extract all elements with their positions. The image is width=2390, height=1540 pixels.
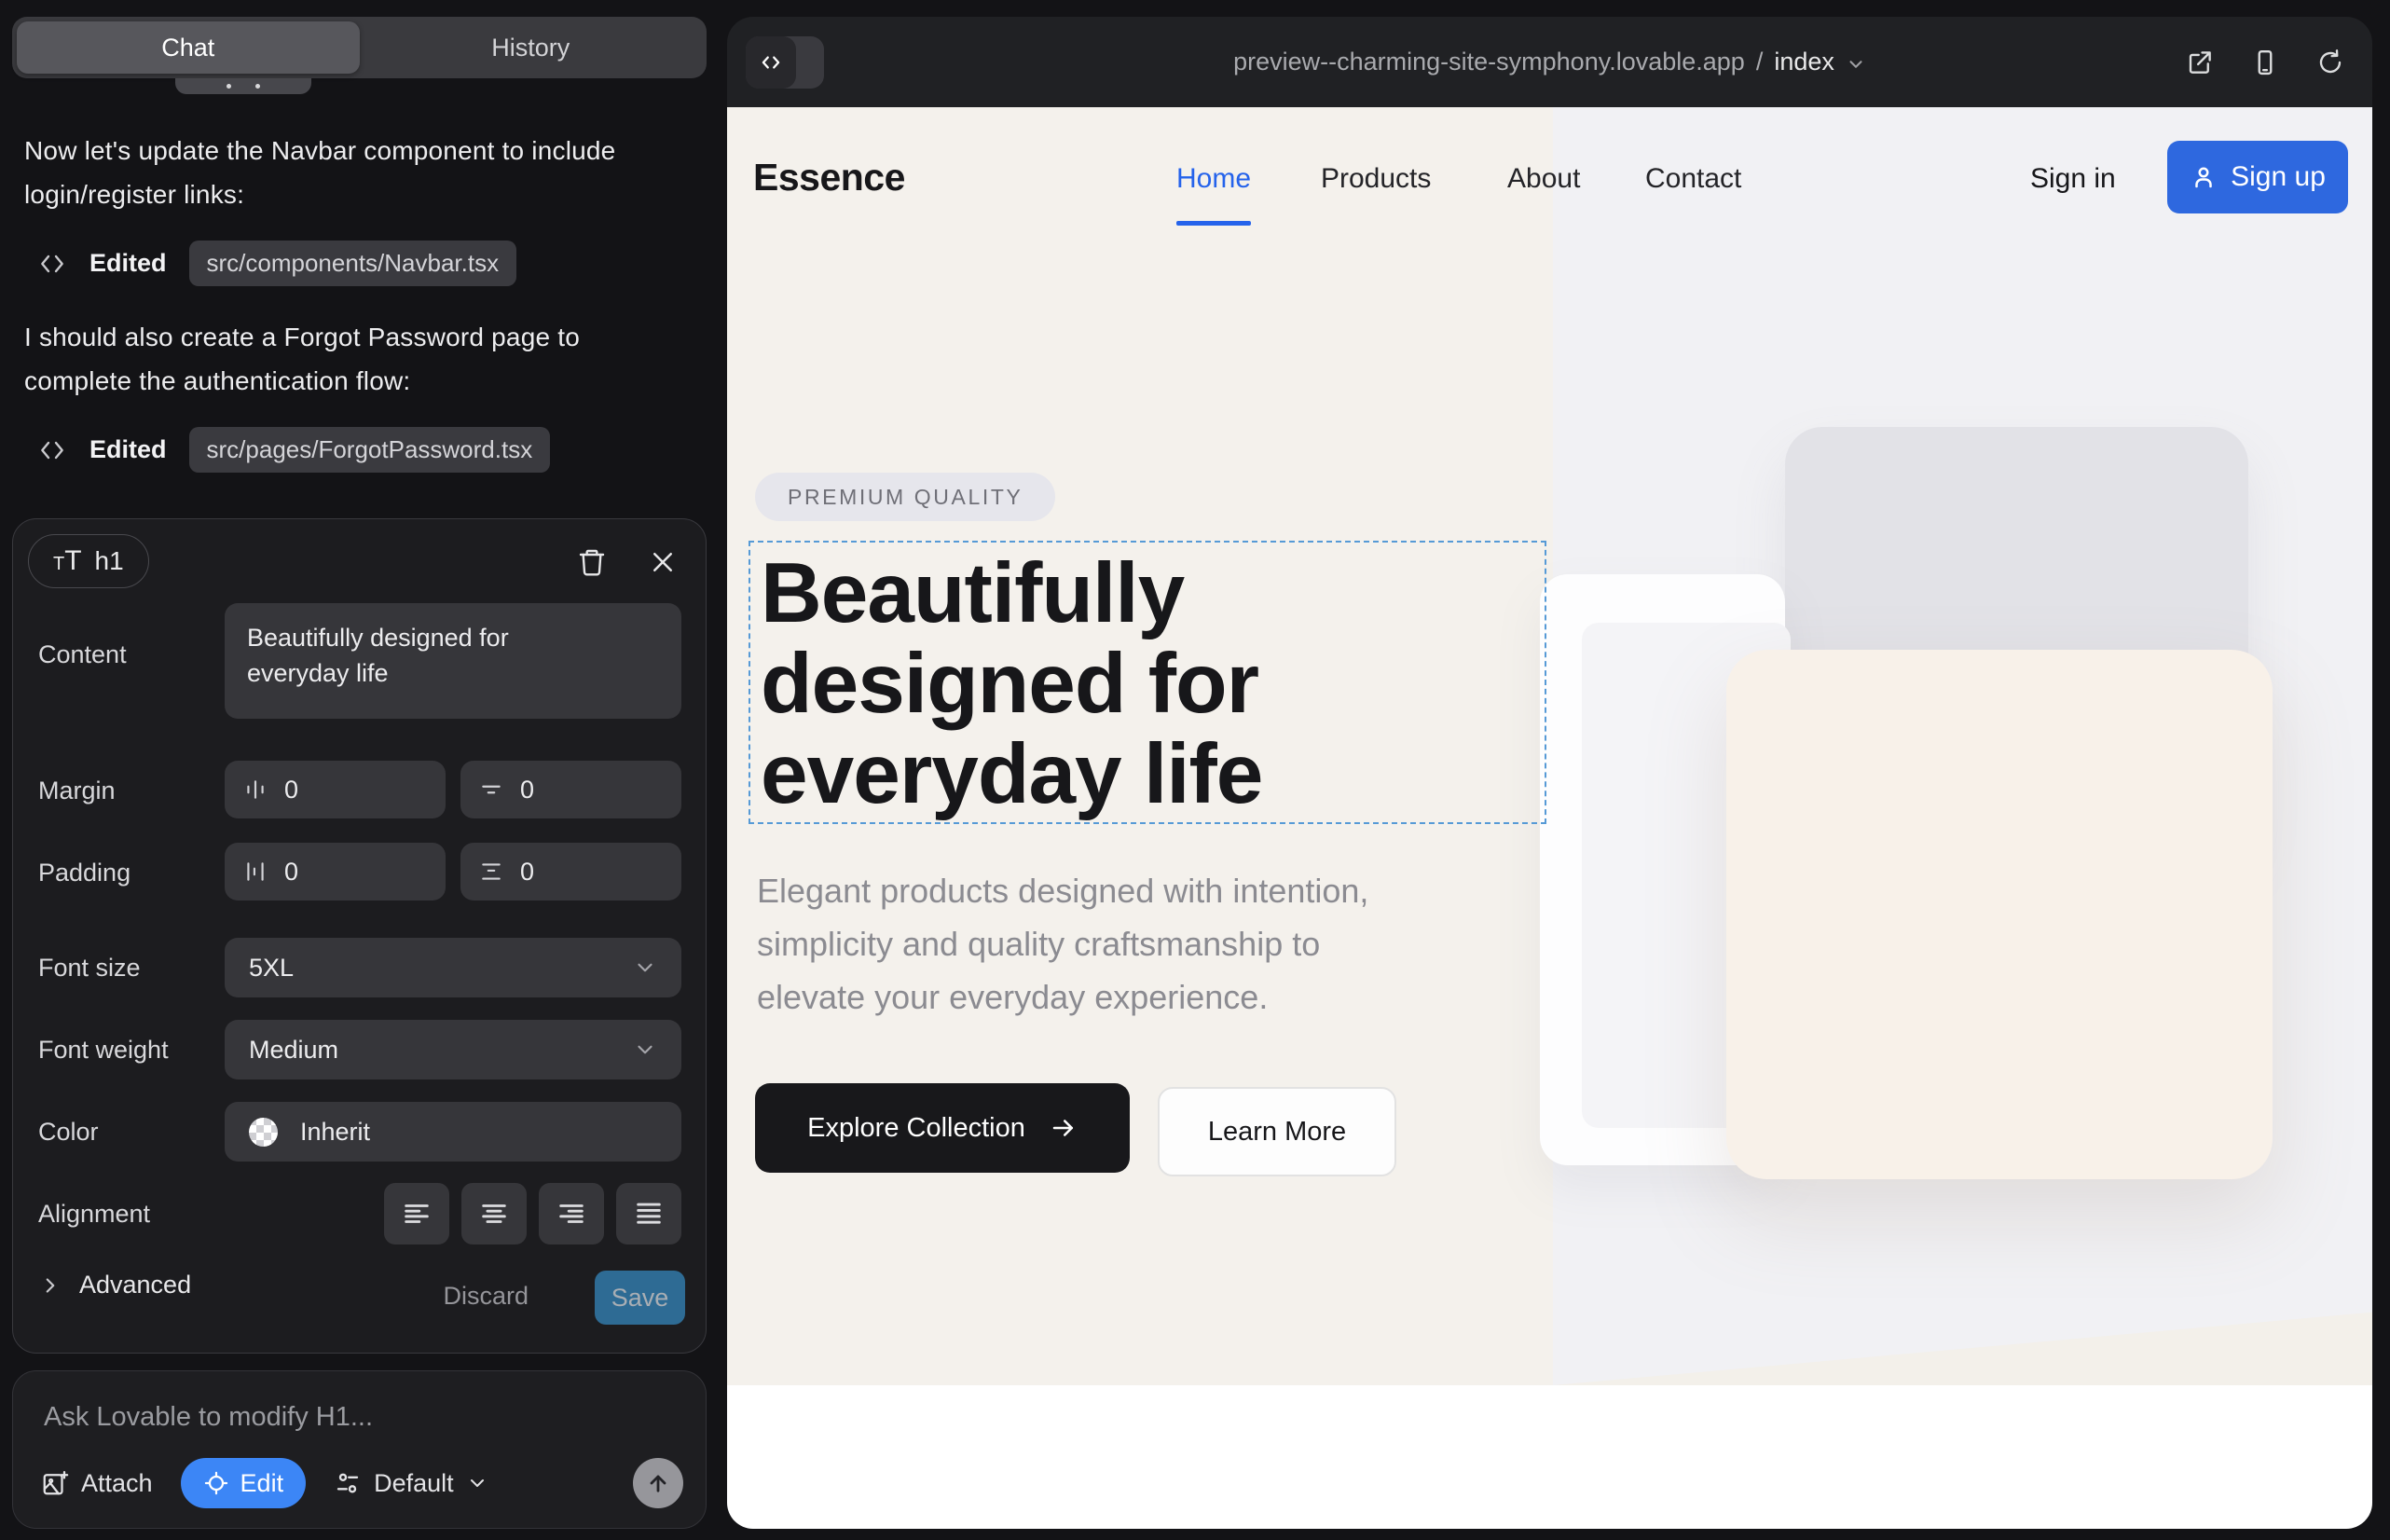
nav-link-contact[interactable]: Contact <box>1645 163 1741 195</box>
arrow-right-icon <box>1050 1114 1078 1142</box>
edited-label: Edited <box>89 435 167 464</box>
color-select[interactable]: Inherit <box>225 1102 681 1162</box>
margin-horizontal-icon <box>243 777 268 802</box>
chevron-down-icon <box>1846 54 1866 75</box>
font-size-label: Font size <box>38 954 141 983</box>
font-weight-label: Font weight <box>38 1036 169 1065</box>
lovable-app-window: Chat History Now let's update the Navbar… <box>0 0 2390 1540</box>
code-icon <box>37 249 67 279</box>
edit-mode-button[interactable]: Edit <box>181 1458 307 1508</box>
content-label: Content <box>38 640 127 669</box>
margin-label: Margin <box>38 777 116 805</box>
align-center-button[interactable] <box>461 1183 527 1244</box>
edited-label: Edited <box>89 249 167 278</box>
site-logo[interactable]: Essence <box>753 156 905 199</box>
tab-chat[interactable]: Chat <box>17 21 360 74</box>
nav-link-home[interactable]: Home <box>1176 163 1251 195</box>
preview-panel: preview--charming-site-symphony.lovable.… <box>727 17 2372 1529</box>
padding-label: Padding <box>38 859 130 887</box>
sliders-icon <box>334 1469 362 1497</box>
preview-header: preview--charming-site-symphony.lovable.… <box>727 17 2372 107</box>
refresh-button[interactable] <box>2316 48 2344 76</box>
margin-y-input[interactable]: 0 <box>460 761 681 818</box>
font-size-select[interactable]: 5XL <box>225 938 681 997</box>
element-editor-panel: TT h1 Content Beautifully designed for e… <box>12 518 707 1354</box>
nav-link-products[interactable]: Products <box>1321 163 1431 195</box>
padding-vertical-icon <box>479 859 503 884</box>
padding-y-input[interactable]: 0 <box>460 843 681 901</box>
preview-page: index <box>1774 48 1834 76</box>
save-button[interactable]: Save <box>595 1271 685 1325</box>
color-label: Color <box>38 1118 99 1147</box>
chat-sidebar: Chat History Now let's update the Navbar… <box>0 0 725 1540</box>
transparent-swatch <box>249 1118 278 1147</box>
tab-history[interactable]: History <box>360 21 703 74</box>
code-icon <box>37 435 67 465</box>
chevron-down-icon <box>633 956 657 980</box>
element-tag: h1 <box>95 546 124 576</box>
mode-selector[interactable]: Default <box>334 1469 488 1498</box>
advanced-toggle[interactable]: Advanced <box>38 1271 191 1299</box>
attach-button[interactable]: Attach <box>41 1469 153 1498</box>
target-icon <box>203 1470 229 1496</box>
file-chip[interactable]: src/pages/ForgotPassword.tsx <box>189 427 551 473</box>
alignment-label: Alignment <box>38 1200 150 1229</box>
chevron-right-icon <box>38 1273 62 1298</box>
align-left-button[interactable] <box>384 1183 449 1244</box>
content-textarea[interactable]: Beautifully designed for everyday life <box>225 603 681 719</box>
chat-message: Now let's update the Navbar component to… <box>24 129 628 216</box>
decor-peach-card <box>1726 650 2273 1179</box>
user-icon <box>2190 163 2218 191</box>
sign-up-button[interactable]: Sign up <box>2167 141 2348 213</box>
preview-actions <box>2186 17 2344 107</box>
active-nav-underline <box>1176 221 1251 226</box>
premium-quality-badge: PREMIUM QUALITY <box>755 473 1055 521</box>
preview-url-bar[interactable]: preview--charming-site-symphony.lovable.… <box>727 17 2372 107</box>
learn-more-button[interactable]: Learn More <box>1158 1087 1396 1176</box>
margin-x-input[interactable]: 0 <box>225 761 446 818</box>
edited-file-row: Edited src/components/Navbar.tsx <box>37 241 516 286</box>
explore-collection-button[interactable]: Explore Collection <box>755 1083 1130 1173</box>
chat-history-tabs: Chat History <box>12 17 707 78</box>
close-editor-button[interactable] <box>644 543 681 581</box>
arrow-up-icon <box>645 1470 671 1496</box>
padding-x-input[interactable]: 0 <box>225 843 446 901</box>
text-type-icon: TT <box>53 545 82 577</box>
hero-description: Elegant products designed with intention… <box>757 864 1437 1024</box>
margin-vertical-icon <box>479 777 503 802</box>
nav-link-about[interactable]: About <box>1507 163 1580 195</box>
attach-image-icon <box>41 1469 69 1497</box>
chat-composer[interactable]: Ask Lovable to modify H1... Attach Edit <box>12 1370 707 1529</box>
preview-url: preview--charming-site-symphony.lovable.… <box>1233 48 1745 76</box>
discard-button[interactable]: Discard <box>443 1282 529 1311</box>
composer-toolbar: Attach Edit Default <box>41 1457 683 1509</box>
scrolled-chip-partial <box>175 78 311 94</box>
open-external-button[interactable] <box>2186 48 2214 76</box>
mobile-view-button[interactable] <box>2251 48 2279 76</box>
align-right-button[interactable] <box>539 1183 604 1244</box>
font-weight-select[interactable]: Medium <box>225 1020 681 1079</box>
delete-element-button[interactable] <box>573 543 611 581</box>
chevron-down-icon <box>466 1472 488 1494</box>
selected-element-chip[interactable]: TT h1 <box>28 534 149 588</box>
rendered-site: Essence Home Products About Contact Sign… <box>727 107 2372 1529</box>
send-button[interactable] <box>633 1458 683 1508</box>
chevron-down-icon <box>633 1038 657 1062</box>
h1-selection-outline[interactable] <box>749 541 1546 824</box>
sign-in-link[interactable]: Sign in <box>2030 163 2116 195</box>
edited-file-row: Edited src/pages/ForgotPassword.tsx <box>37 427 550 473</box>
chat-message: I should also create a Forgot Password p… <box>24 315 628 403</box>
align-justify-button[interactable] <box>616 1183 681 1244</box>
padding-horizontal-icon <box>243 859 268 884</box>
composer-placeholder: Ask Lovable to modify H1... <box>44 1402 373 1433</box>
alignment-group <box>384 1183 681 1244</box>
file-chip[interactable]: src/components/Navbar.tsx <box>189 241 517 286</box>
